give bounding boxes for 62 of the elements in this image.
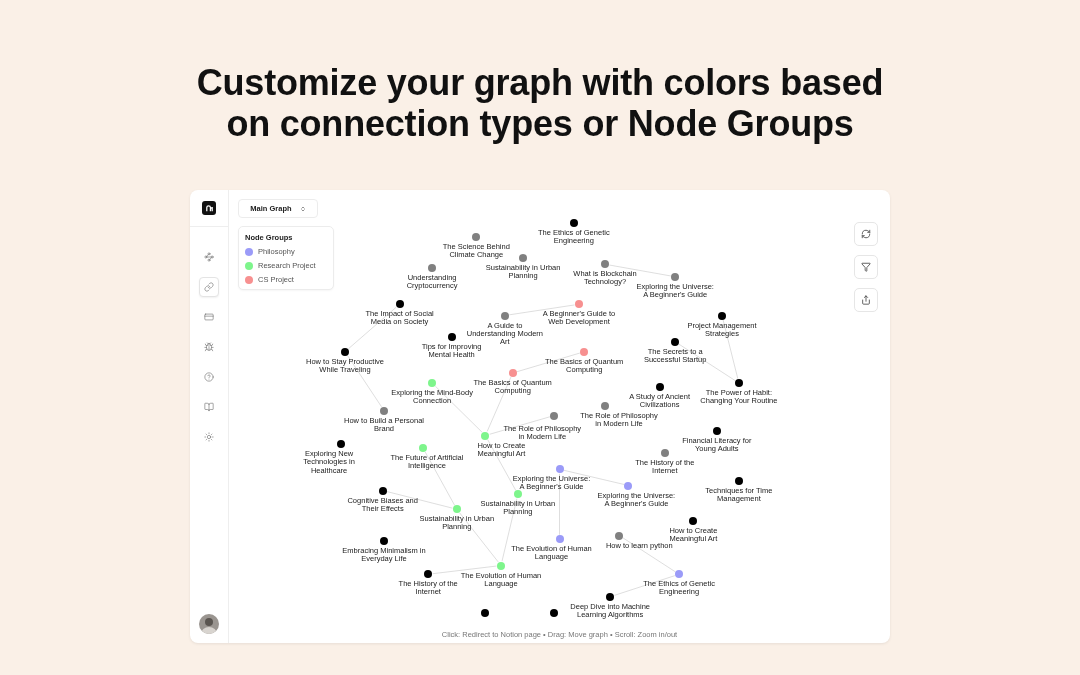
card-icon <box>204 312 214 322</box>
filter-button[interactable] <box>854 255 878 279</box>
graph-node[interactable] <box>380 536 388 545</box>
graph-node[interactable] <box>341 347 349 356</box>
graph-node[interactable] <box>550 609 559 617</box>
graph-node[interactable] <box>580 347 589 356</box>
sidebar-item[interactable] <box>199 277 219 297</box>
graph-node[interactable] <box>660 449 669 457</box>
refresh-button[interactable] <box>854 222 878 246</box>
graph-node[interactable] <box>419 444 427 452</box>
edge-line <box>432 565 497 575</box>
graph-node[interactable] <box>428 379 437 387</box>
graph-node[interactable] <box>519 254 528 262</box>
graph-node[interactable] <box>601 401 609 410</box>
logo-icon[interactable] <box>202 201 216 215</box>
edge-line <box>559 473 560 536</box>
chevron-icon <box>299 205 306 212</box>
avatar[interactable] <box>199 614 219 634</box>
graph-node[interactable] <box>550 411 559 420</box>
page-heading: Customize your graph with colors based on connection types or Node Groups <box>195 62 885 144</box>
sun-icon <box>204 432 214 442</box>
graph-node[interactable] <box>424 570 433 579</box>
graph-node[interactable] <box>655 382 664 391</box>
graph-node[interactable] <box>555 465 564 474</box>
graph-node[interactable] <box>624 481 633 490</box>
graph-node[interactable] <box>734 476 743 485</box>
graph-node[interactable] <box>380 406 388 415</box>
graph-node[interactable] <box>575 300 583 309</box>
graph-node[interactable] <box>447 332 456 341</box>
graph-node[interactable] <box>497 561 505 570</box>
help-icon <box>204 372 214 382</box>
refresh-icon <box>861 229 871 239</box>
graph-node[interactable] <box>481 431 490 440</box>
graph-node[interactable] <box>712 426 721 435</box>
graph-node[interactable] <box>395 300 404 309</box>
graph-node[interactable] <box>472 232 481 241</box>
graph-node[interactable] <box>555 535 564 544</box>
graph-node[interactable] <box>500 311 509 320</box>
graph-node[interactable] <box>569 219 578 227</box>
graph-node[interactable] <box>378 486 387 495</box>
filter-icon <box>861 262 871 272</box>
graph-node[interactable] <box>675 570 684 579</box>
graph-node[interactable] <box>513 490 522 499</box>
graph-node[interactable] <box>452 505 461 514</box>
graph-node[interactable] <box>508 369 517 377</box>
graph-node[interactable] <box>606 592 615 601</box>
graph-node[interactable] <box>601 260 609 269</box>
graph-icon <box>204 252 214 262</box>
share-button[interactable] <box>854 288 878 312</box>
book-icon <box>204 402 214 412</box>
bug-icon <box>204 342 214 352</box>
graph-node[interactable] <box>337 440 346 449</box>
graph-node[interactable] <box>734 379 743 387</box>
graph-node[interactable] <box>428 264 437 272</box>
share-icon <box>861 295 871 305</box>
graph-node[interactable] <box>671 337 680 346</box>
graph-node[interactable] <box>481 609 490 617</box>
graph-node[interactable] <box>671 272 680 281</box>
graph-node[interactable] <box>689 516 698 525</box>
graph-node[interactable] <box>615 531 624 540</box>
link-icon <box>204 282 214 292</box>
graph-node[interactable] <box>718 311 726 320</box>
